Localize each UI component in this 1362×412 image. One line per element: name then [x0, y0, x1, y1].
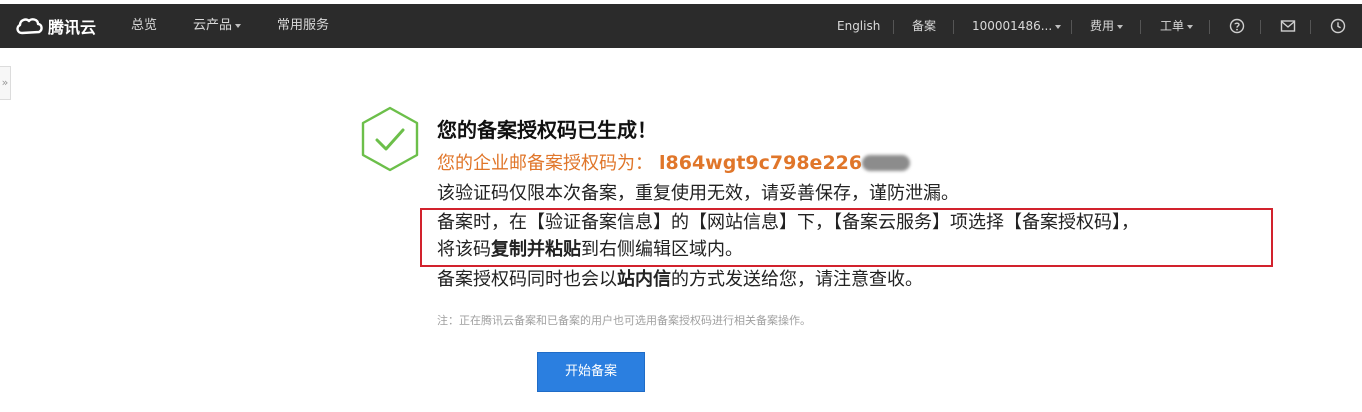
divider [953, 20, 954, 34]
cloud-icon [16, 18, 43, 35]
double-chevron-right-icon: » [1, 76, 9, 89]
validity-notice: 该验证码仅限本次备案，重复使用无效，请妥善保存，谨防泄漏。 [437, 183, 959, 204]
start-filing-button[interactable]: 开始备案 [537, 352, 645, 392]
success-check-icon [361, 106, 419, 172]
ticket-menu[interactable]: 工单 [1160, 4, 1194, 48]
message-emphasis: 站内信 [617, 269, 671, 290]
redacted-mask [862, 155, 911, 171]
nav-products-label: 云产品 [193, 18, 233, 33]
divider [893, 20, 894, 34]
divider [1310, 20, 1311, 34]
sidebar-expand-toggle[interactable]: » [0, 66, 11, 100]
message-suffix: 的方式发送给您，请注意查收。 [671, 269, 923, 290]
divider [1260, 20, 1261, 34]
chevron-down-icon [1055, 24, 1062, 29]
divider [1209, 20, 1210, 34]
language-switch[interactable]: English [837, 4, 880, 48]
message-prefix: 备案授权码同时也会以 [437, 269, 617, 290]
code-label: 您的企业邮备案授权码为： [437, 153, 653, 174]
message-notice: 备案授权码同时也会以站内信的方式发送给您，请注意查收。 [437, 267, 923, 293]
ticket-label: 工单 [1160, 19, 1185, 33]
account-id: 100001486... [972, 19, 1053, 33]
chevron-down-icon [1187, 24, 1194, 29]
authorization-code[interactable]: l864wgt9c798e226 [659, 152, 862, 174]
brand-name: 腾讯云 [48, 18, 97, 37]
nav-filing[interactable]: 备案 [912, 4, 936, 48]
nav-products[interactable]: 云产品 [193, 4, 242, 48]
mail-icon[interactable] [1280, 18, 1296, 34]
authorization-code-line: 您的企业邮备案授权码为： l864wgt9c798e226 [437, 150, 911, 177]
nav-common-services[interactable]: 常用服务 [277, 4, 329, 48]
divider [1071, 20, 1072, 34]
chevron-down-icon [1117, 24, 1124, 29]
brand-logo[interactable]: 腾讯云 [14, 4, 96, 48]
clock-icon[interactable] [1330, 18, 1346, 34]
help-icon[interactable] [1229, 18, 1245, 34]
billing-label: 费用 [1090, 19, 1115, 33]
chevron-down-icon [235, 23, 242, 28]
top-navigation-bar: 腾讯云 总览 云产品 常用服务 English 备案 100001486... … [0, 4, 1362, 48]
billing-menu[interactable]: 费用 [1090, 4, 1124, 48]
divider [1140, 20, 1141, 34]
nav-overview[interactable]: 总览 [131, 4, 157, 48]
account-menu[interactable]: 100001486... [972, 4, 1062, 48]
highlight-box [420, 208, 1273, 267]
page-title: 您的备案授权码已生成！ [437, 118, 657, 142]
footnote: 注：正在腾讯云备案和已备案的用户也可选用备案授权码进行相关备案操作。 [437, 314, 811, 327]
